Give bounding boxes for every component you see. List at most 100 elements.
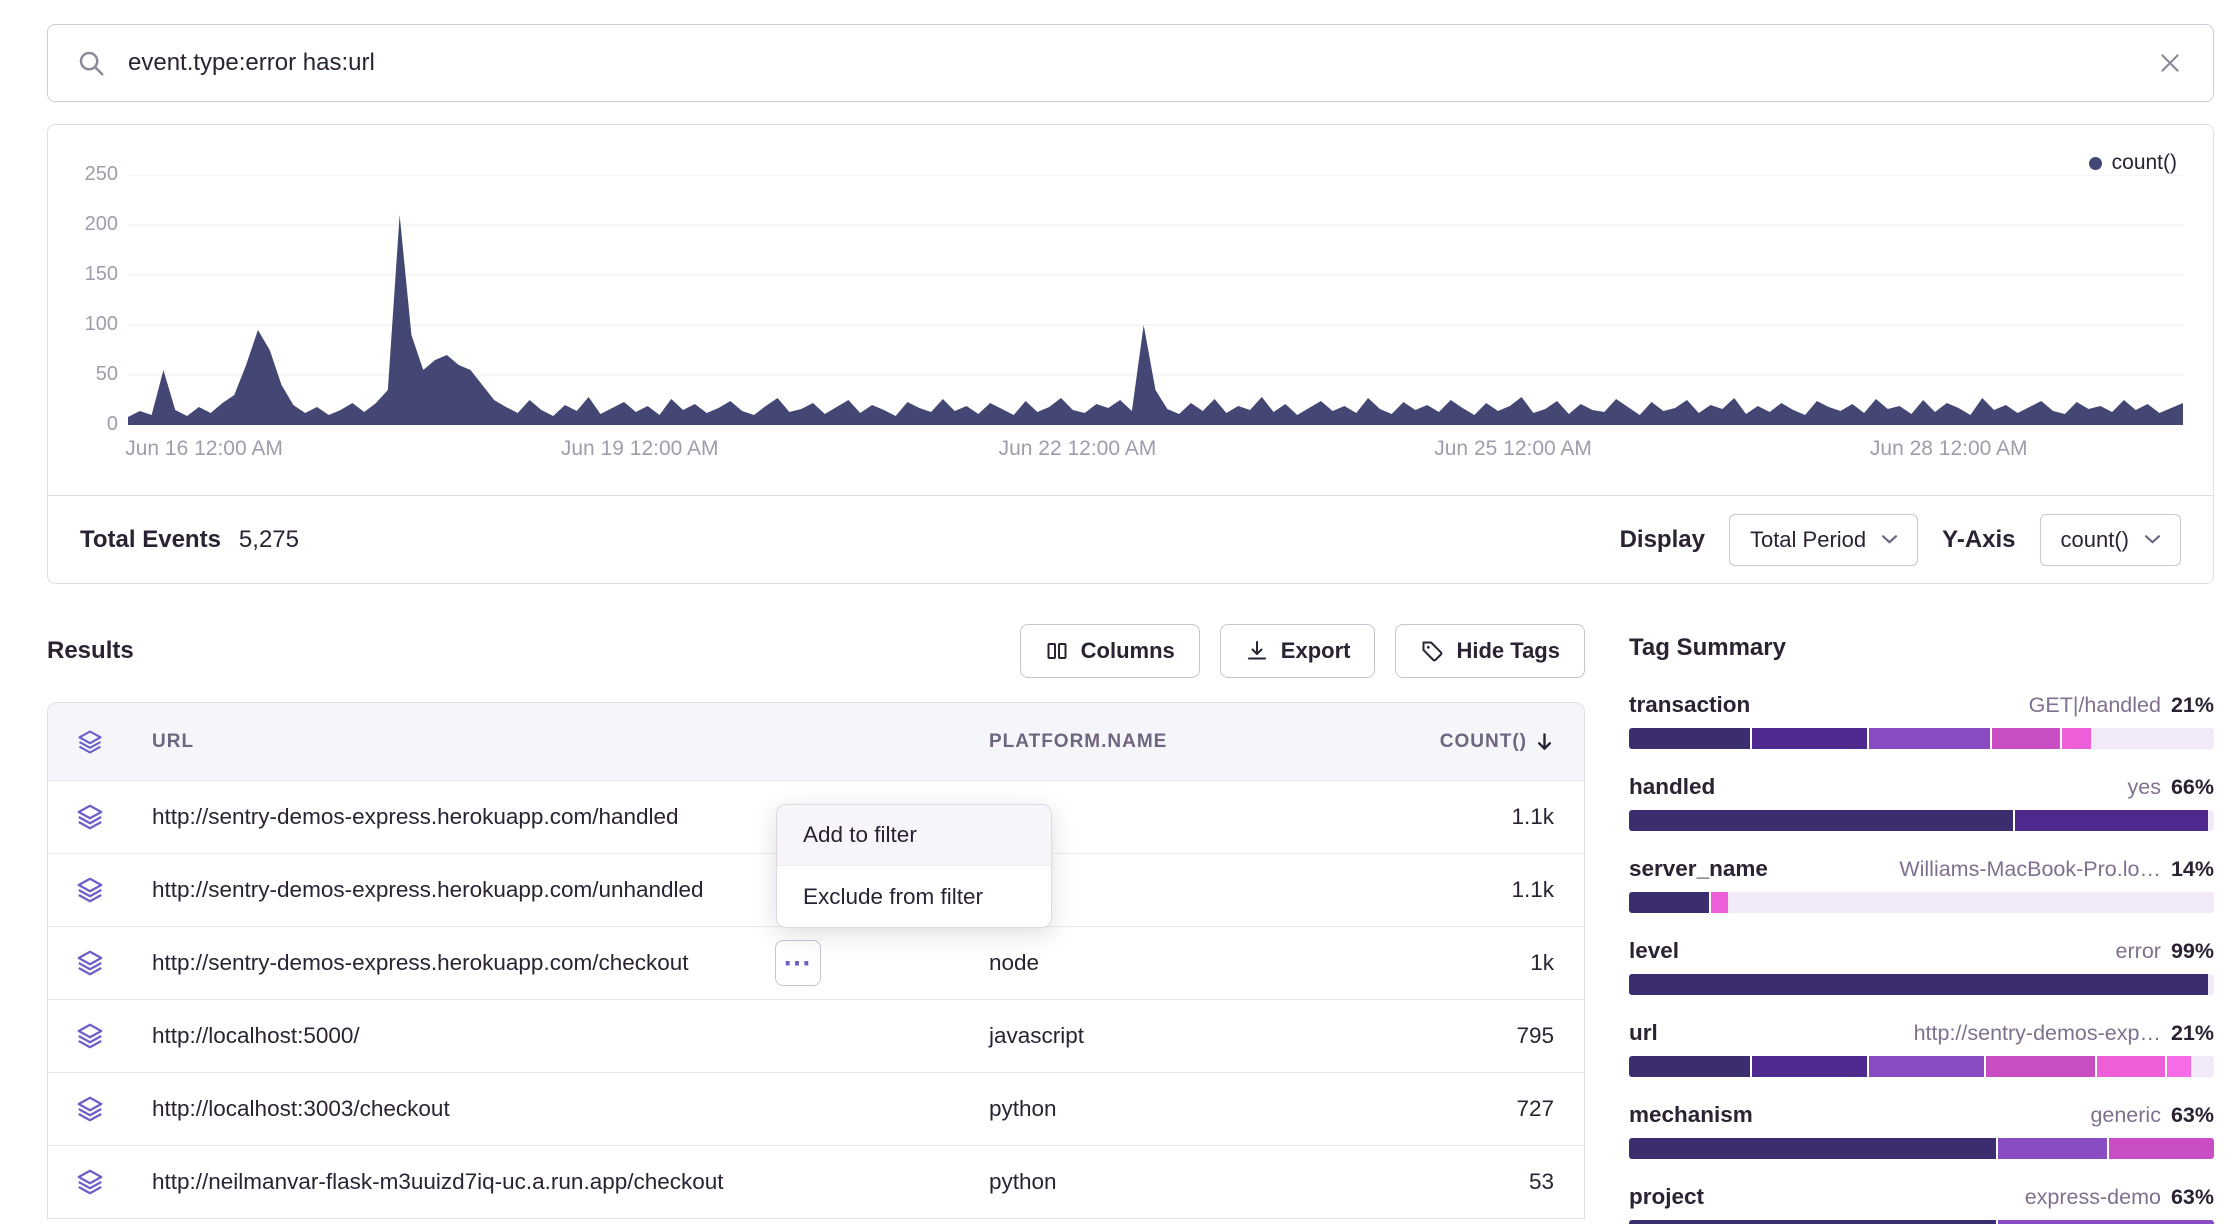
tag-bar-segment[interactable] <box>1629 1220 1998 1224</box>
tag-summary-item-transaction: transactionGET|/handled21% <box>1629 692 2214 749</box>
tag-summary-item-url: url http://sentry-demos-exp… 21% <box>1629 1020 2214 1077</box>
sort-desc-icon <box>1535 732 1554 751</box>
count-value: 53 <box>1369 1169 1584 1195</box>
table-row[interactable]: http://neilmanvar-flask-m3uuizd7iq-uc.a.… <box>48 1145 1584 1218</box>
chart-y-axis: 050100150200250 <box>62 175 128 425</box>
tag-distribution-bar <box>1629 1220 2214 1224</box>
tag-bar-segment[interactable] <box>2015 810 2208 831</box>
tag-top-value: express-demo <box>2025 1185 2161 1210</box>
tag-bar-segment[interactable] <box>1986 1056 2097 1077</box>
platform-value: javascript <box>989 1023 1369 1049</box>
tag-bar-segment[interactable] <box>1869 728 1992 749</box>
count-value: 795 <box>1369 1023 1584 1049</box>
tag-bar-segment[interactable] <box>1752 1056 1869 1077</box>
column-header-url[interactable]: URL <box>132 731 989 753</box>
tag-name: level <box>1629 938 1679 964</box>
tag-distribution-bar <box>1629 892 2214 913</box>
tag-distribution-bar <box>1629 1056 2214 1077</box>
tag-top-percentage: 63% <box>2171 1185 2214 1210</box>
tag-bar-segment[interactable] <box>2167 1056 2190 1077</box>
tag-top-value: http://sentry-demos-exp… <box>1914 1021 2161 1046</box>
tag-name: server_name <box>1629 856 1768 882</box>
table-row[interactable]: http://localhost:3003/checkoutpython727 <box>48 1072 1584 1145</box>
x-axis-tick: Jun 16 12:00 AM <box>125 437 283 461</box>
count-value: 1.1k <box>1369 804 1584 830</box>
area-chart <box>128 175 2183 425</box>
platform-value: node <box>989 950 1369 976</box>
tag-top-value: generic <box>2090 1103 2161 1128</box>
column-header-count[interactable]: COUNT() <box>1369 731 1584 753</box>
chart-legend[interactable]: count() <box>2089 151 2177 175</box>
y-axis-tick: 150 <box>85 263 118 286</box>
tag-distribution-bar <box>1629 974 2214 995</box>
search-input[interactable] <box>128 49 2157 77</box>
tag-distribution-bar <box>1629 810 2214 831</box>
hide-tags-button-label: Hide Tags <box>1456 638 1560 664</box>
x-axis-tick: Jun 28 12:00 AM <box>1870 437 2028 461</box>
search-icon <box>76 48 106 78</box>
events-chart: 050100150200250 Jun 16 12:00 AMJun 19 12… <box>62 171 2183 495</box>
tag-top-value: GET|/handled <box>2029 693 2161 718</box>
y-axis-tick: 0 <box>107 413 118 436</box>
column-header-platform[interactable]: PLATFORM.NAME <box>989 731 1369 753</box>
layers-icon <box>76 728 104 756</box>
menu-item-exclude-from-filter[interactable]: Exclude from filter <box>777 866 1051 927</box>
chevron-down-icon <box>1882 535 1897 544</box>
tag-bar-segment[interactable] <box>1869 1056 1986 1077</box>
layers-icon <box>75 1094 105 1124</box>
tag-bar-segment[interactable] <box>1711 892 1729 913</box>
x-axis-tick: Jun 19 12:00 AM <box>561 437 719 461</box>
display-dropdown[interactable]: Total Period <box>1729 514 1918 566</box>
count-value: 1.1k <box>1369 877 1584 903</box>
context-menu: Add to filterExclude from filter <box>776 804 1052 928</box>
tag-name: url <box>1629 1020 1658 1046</box>
export-button[interactable]: Export <box>1220 624 1376 678</box>
tag-icon <box>1420 639 1444 663</box>
tag-top-percentage: 99% <box>2171 939 2214 964</box>
tag-bar-segment[interactable] <box>1629 1056 1752 1077</box>
tag-bar-segment[interactable] <box>1998 1220 2214 1224</box>
tag-bar-segment[interactable] <box>1998 1138 2109 1159</box>
tag-top-percentage: 66% <box>2171 775 2214 800</box>
tag-summary-item-handled: handledyes66% <box>1629 774 2214 831</box>
tag-top-percentage: 21% <box>2171 1021 2214 1046</box>
table-row[interactable]: http://sentry-demos-express.herokuapp.co… <box>48 926 1584 999</box>
chart-footer: Total Events 5,275 Display Total Period … <box>48 495 2213 583</box>
tag-distribution-bar <box>1629 728 2214 749</box>
platform-value: python <box>989 1169 1369 1195</box>
tag-bar-segment[interactable] <box>1629 728 1752 749</box>
tag-bar-segment[interactable] <box>1629 974 2208 995</box>
tag-bar-segment[interactable] <box>1629 892 1711 913</box>
tag-name: mechanism <box>1629 1102 1753 1128</box>
chart-x-axis: Jun 16 12:00 AMJun 19 12:00 AMJun 22 12:… <box>128 425 2183 495</box>
tag-bar-segment[interactable] <box>2062 728 2091 749</box>
tag-bar-segment[interactable] <box>1992 728 2062 749</box>
tag-top-percentage: 21% <box>2171 693 2214 718</box>
url-value: http://localhost:3003/checkout <box>152 1096 450 1122</box>
tag-top-percentage: 63% <box>2171 1103 2214 1128</box>
total-events-label: Total Events <box>80 526 221 554</box>
legend-dot-icon <box>2089 157 2102 170</box>
y-axis-tick: 200 <box>85 213 118 236</box>
url-value: http://sentry-demos-express.herokuapp.co… <box>152 950 689 976</box>
hide-tags-button[interactable]: Hide Tags <box>1395 624 1585 678</box>
tag-bar-segment[interactable] <box>1752 728 1869 749</box>
table-row[interactable]: http://localhost:5000/javascript795 <box>48 999 1584 1072</box>
layers-icon <box>75 1167 105 1197</box>
total-events-value: 5,275 <box>239 526 299 554</box>
x-axis-tick: Jun 25 12:00 AM <box>1434 437 1592 461</box>
tag-top-percentage: 14% <box>2171 857 2214 882</box>
columns-button[interactable]: Columns <box>1020 624 1200 678</box>
clear-search-icon[interactable] <box>2157 50 2183 76</box>
chart-plot-area[interactable] <box>128 175 2183 425</box>
tag-summary-heading: Tag Summary <box>1629 634 2214 662</box>
tag-bar-segment[interactable] <box>2097 1056 2167 1077</box>
tag-bar-segment[interactable] <box>1629 1138 1998 1159</box>
tag-bar-segment[interactable] <box>2109 1138 2214 1159</box>
row-actions-button[interactable]: ⋯ <box>775 940 821 986</box>
search-bar[interactable] <box>47 24 2214 102</box>
tag-name: project <box>1629 1184 1704 1210</box>
yaxis-dropdown[interactable]: count() <box>2040 514 2181 566</box>
menu-item-add-to-filter[interactable]: Add to filter <box>777 805 1051 866</box>
tag-bar-segment[interactable] <box>1629 810 2015 831</box>
